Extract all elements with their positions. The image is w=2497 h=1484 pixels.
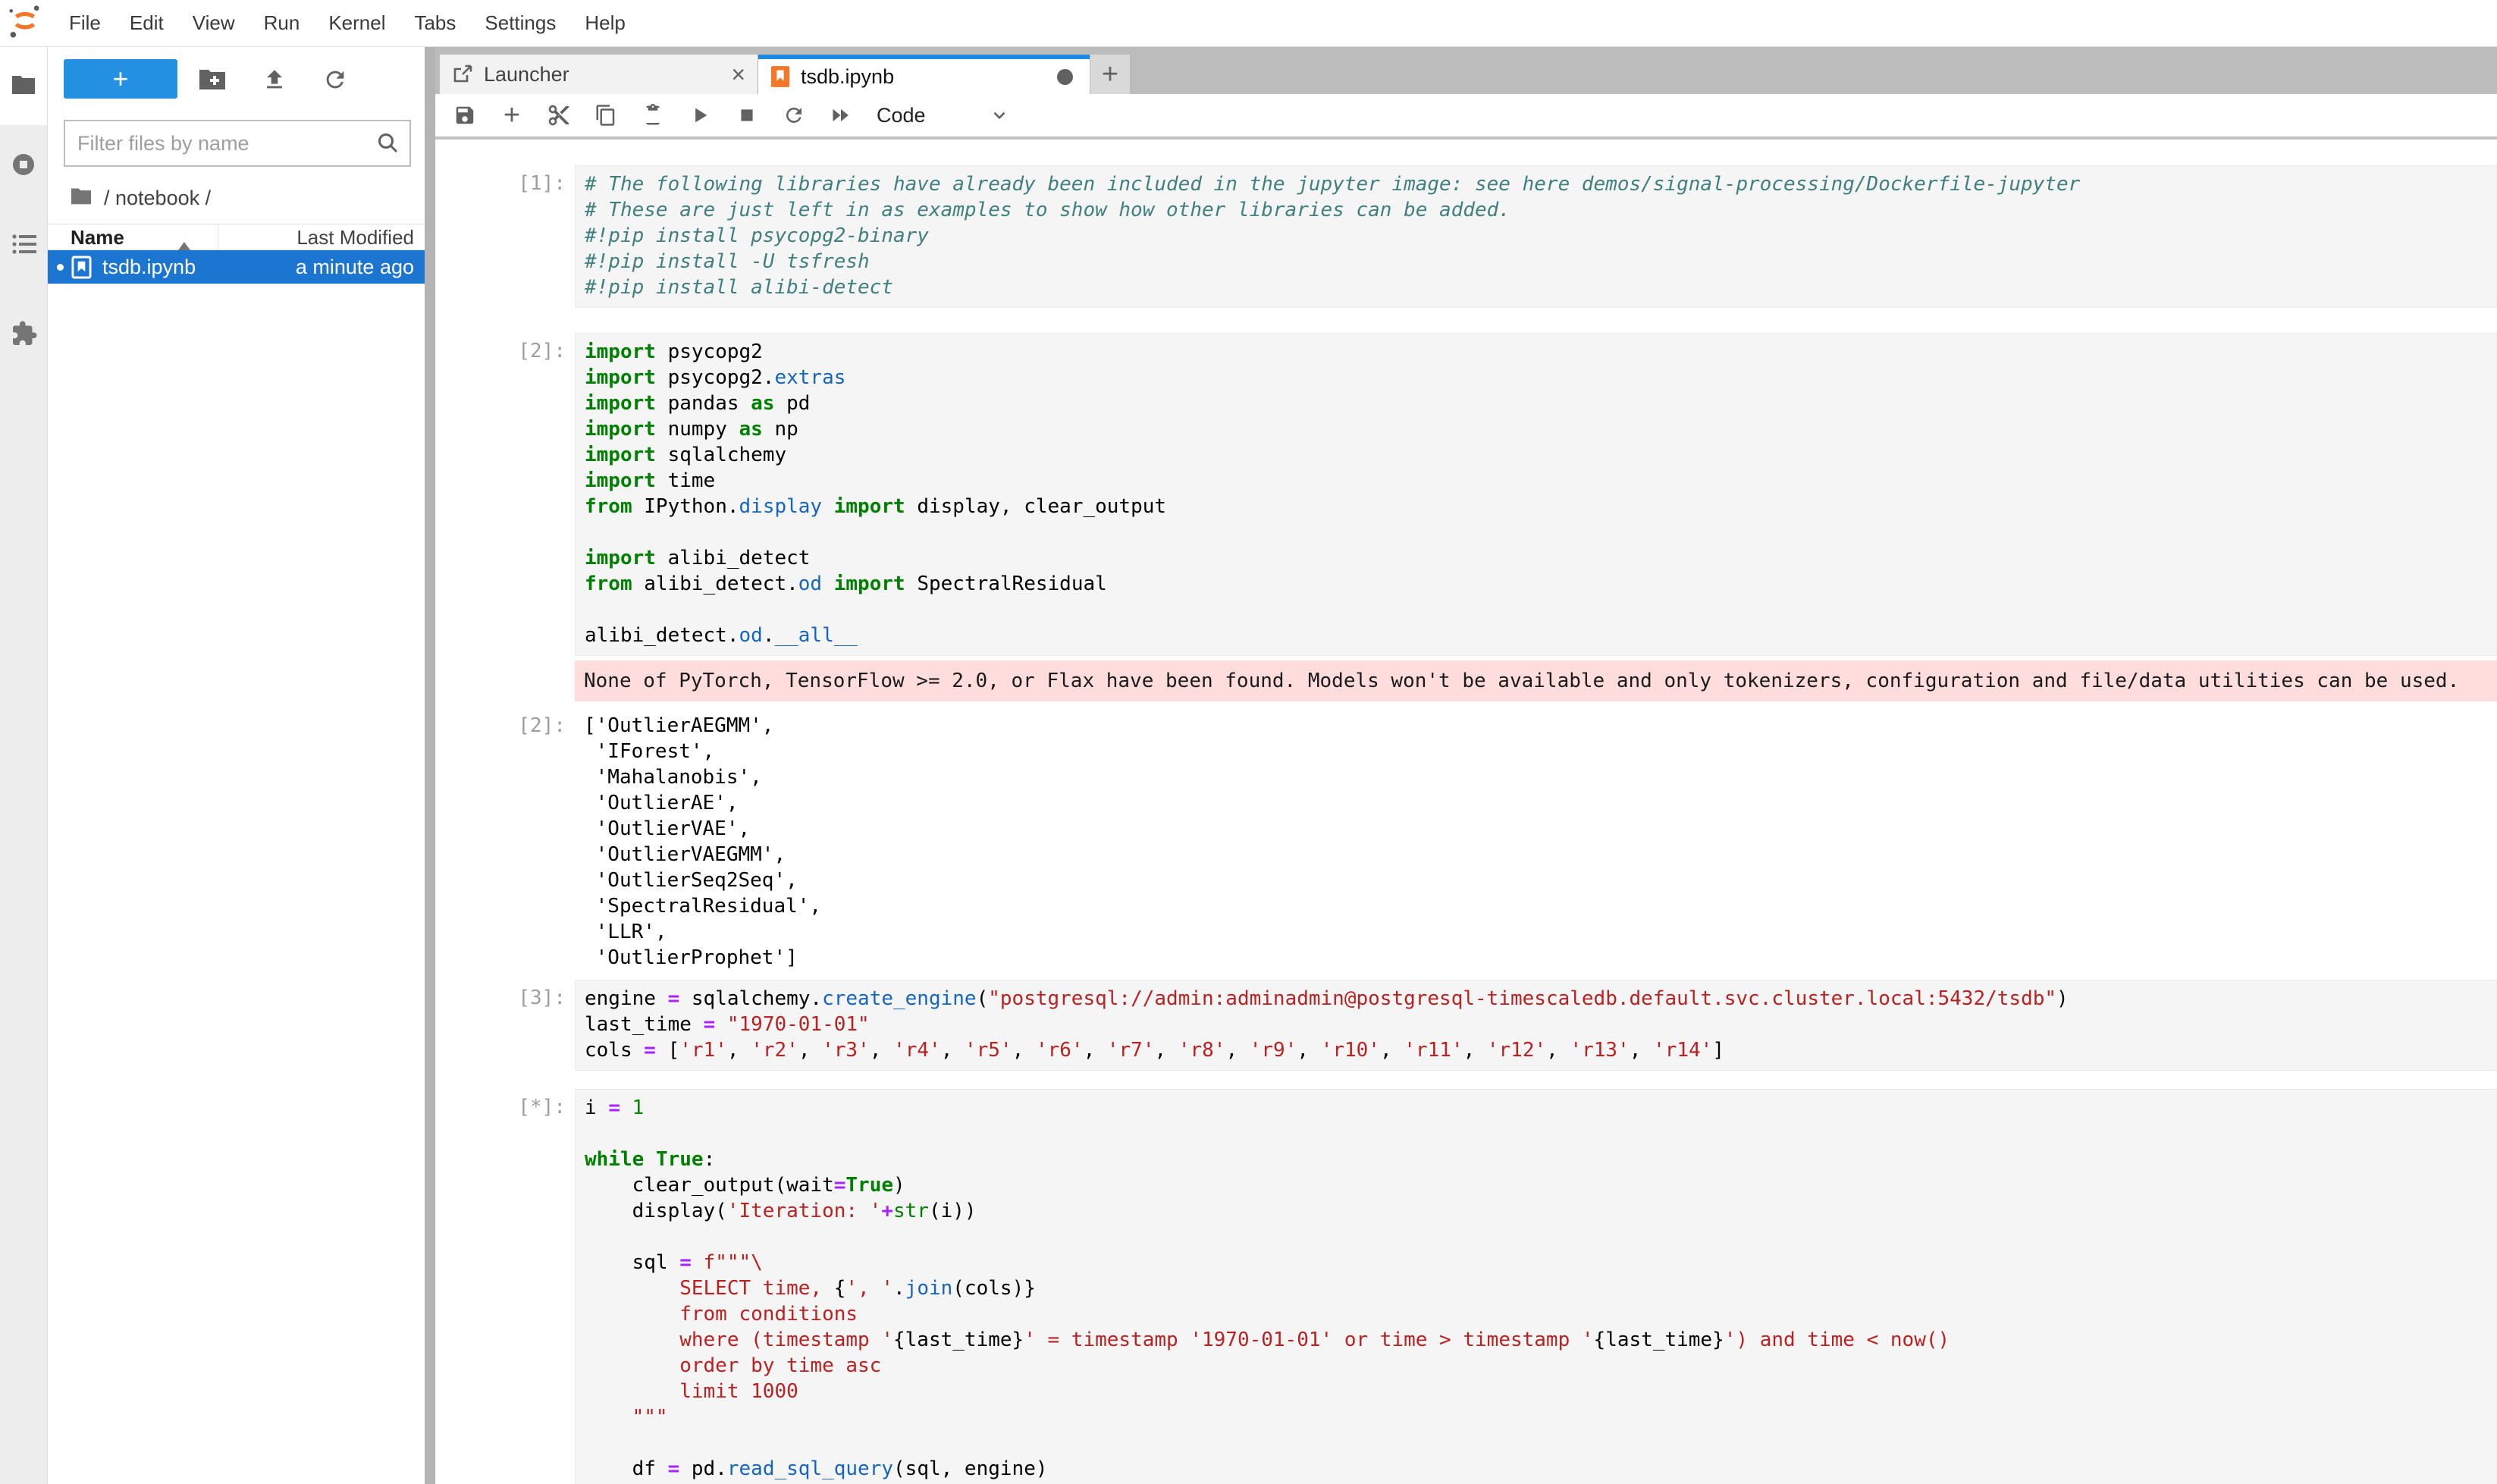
code-block: [2]:import psycopg2 import psycopg2.extr… [435, 333, 2497, 656]
notebook-orange-icon [770, 65, 790, 88]
cell-editor[interactable]: engine = sqlalchemy.create_engine("postg… [575, 980, 2497, 1071]
menu-item-help[interactable]: Help [570, 0, 639, 46]
menu-item-edit[interactable]: Edit [115, 0, 178, 46]
new-folder-icon[interactable] [198, 67, 227, 95]
menu-bar: FileEditViewRunKernelTabsSettingsHelp [0, 0, 2497, 47]
restart-kernel-icon[interactable] [781, 94, 807, 136]
file-browser-panel: + / notebook / Name Last Modified tsdb.i… [48, 47, 425, 1484]
file-list-header: Name Last Modified [48, 224, 425, 250]
result-block: [2]:['OutlierAEGMM', 'IForest', 'Mahalan… [435, 707, 2497, 971]
save-icon[interactable] [452, 94, 478, 136]
cell-editor[interactable]: # The following libraries have already b… [575, 165, 2497, 308]
tab-launcher-label: Launcher [484, 63, 569, 86]
notebook-toolbar: + Code [435, 94, 2497, 140]
menu-bar-items: FileEditViewRunKernelTabsSettingsHelp [55, 0, 640, 46]
cell-editor[interactable]: import psycopg2 import psycopg2.extras i… [575, 333, 2497, 656]
search-icon [376, 131, 402, 161]
insert-cell-icon[interactable]: + [499, 94, 525, 136]
unsaved-changes-dot[interactable] [1057, 69, 1073, 85]
menu-item-view[interactable]: View [178, 0, 249, 46]
column-header-last-modified[interactable]: Last Modified [296, 226, 414, 249]
code-block: [1]:# The following libraries have alrea… [435, 165, 2497, 308]
new-tab-button[interactable]: + [1090, 55, 1130, 94]
notebook-cells: [1]:# The following libraries have alrea… [435, 140, 2497, 1484]
stderr-warning: None of PyTorch, TensorFlow >= 2.0, or F… [575, 660, 2497, 701]
menu-item-kernel[interactable]: Kernel [314, 0, 400, 46]
paste-cells-icon[interactable] [640, 94, 666, 136]
menu-item-tabs[interactable]: Tabs [400, 0, 470, 46]
file-dirty-dot [57, 264, 64, 271]
menu-item-run[interactable]: Run [249, 0, 315, 46]
main-dock-panel: Launcher × tsdb.ipynb + + [435, 47, 2497, 1484]
cell-editor[interactable]: i = 1 while True: clear_output(wait=True… [575, 1089, 2497, 1484]
folder-icon[interactable] [11, 73, 36, 99]
stderr-block: None of PyTorch, TensorFlow >= 2.0, or F… [435, 660, 2497, 701]
breadcrumb[interactable]: / notebook / [69, 185, 211, 211]
file-last-modified: a minute ago [296, 256, 414, 279]
cell-type-dropdown[interactable]: Code [877, 104, 1009, 127]
cell-prompt: [*]: [435, 1089, 575, 1484]
jupyter-logo-icon [8, 4, 42, 42]
notebook-file-icon [71, 256, 92, 279]
cell-type-value: Code [877, 104, 926, 127]
new-launcher-button[interactable]: + [64, 59, 177, 99]
file-row-tsdb[interactable]: tsdb.ipynb a minute ago [48, 250, 425, 284]
column-header-name[interactable]: Name [71, 226, 124, 249]
refresh-icon[interactable] [322, 67, 348, 96]
breadcrumb-path: / notebook / [104, 187, 211, 210]
code-block: [*]:i = 1 while True: clear_output(wait=… [435, 1089, 2497, 1484]
home-folder-icon[interactable] [69, 186, 93, 211]
cut-cells-icon[interactable] [546, 94, 572, 136]
cell-prompt: [1]: [435, 165, 575, 308]
chevron-down-icon [990, 105, 1009, 125]
tab-launcher[interactable]: Launcher × [440, 55, 758, 94]
extensions-puzzle-icon[interactable] [11, 320, 38, 351]
file-name: tsdb.ipynb [102, 256, 196, 279]
panel-resize-handle[interactable] [425, 47, 435, 1484]
filter-files-box [64, 120, 411, 167]
activity-bar [0, 47, 48, 1484]
launcher-icon [452, 64, 473, 85]
tab-tsdb-label: tsdb.ipynb [801, 65, 894, 89]
filter-files-input[interactable] [76, 126, 375, 161]
close-tab-icon[interactable]: × [731, 61, 745, 89]
menu-item-file[interactable]: File [55, 0, 115, 46]
running-sessions-icon[interactable] [11, 152, 36, 181]
cell-output: ['OutlierAEGMM', 'IForest', 'Mahalanobis… [575, 707, 2497, 971]
menu-item-settings[interactable]: Settings [470, 0, 570, 46]
restart-run-all-icon[interactable] [828, 94, 854, 136]
copy-cells-icon[interactable] [593, 94, 619, 136]
stop-kernel-icon[interactable] [734, 94, 760, 136]
code-block: [3]:engine = sqlalchemy.create_engine("p… [435, 980, 2497, 1071]
cell-prompt: [2]: [435, 707, 575, 971]
upload-icon[interactable] [262, 67, 287, 96]
tab-tsdb-notebook[interactable]: tsdb.ipynb [758, 55, 1090, 94]
table-of-contents-icon[interactable] [11, 232, 38, 260]
cell-prompt: [2]: [435, 333, 575, 656]
run-cell-icon[interactable] [687, 94, 713, 136]
dock-tab-bar: Launcher × tsdb.ipynb + [435, 47, 2497, 94]
cell-prompt: [3]: [435, 980, 575, 1071]
